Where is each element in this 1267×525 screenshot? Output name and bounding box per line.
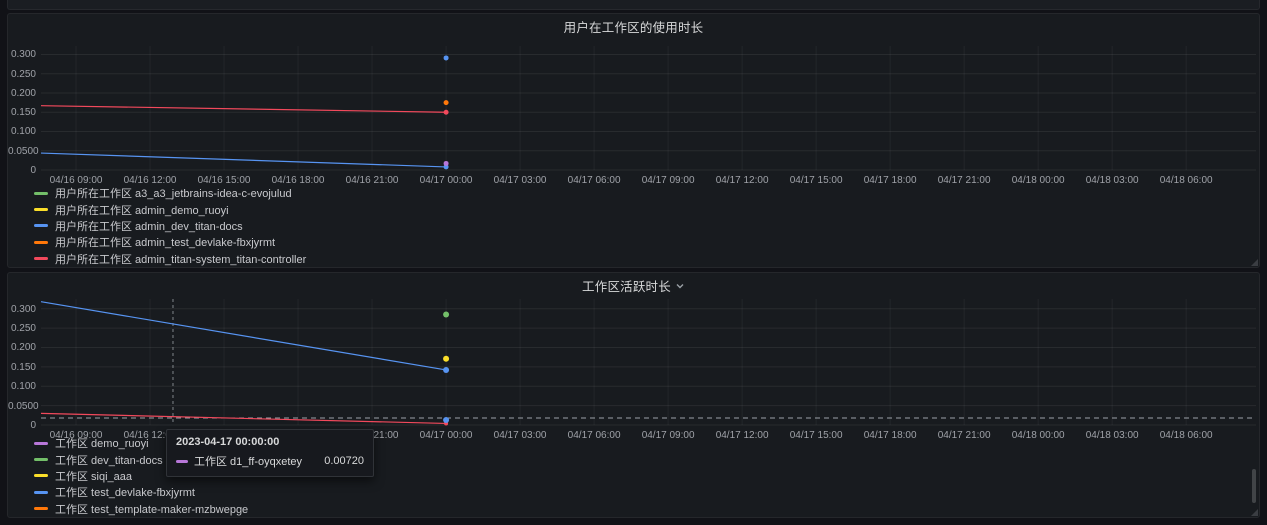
x-axis-tick-label: 04/16 18:00 [266,175,330,186]
x-axis-tick-label: 04/17 00:00 [414,175,478,186]
x-axis-tick-label: 04/17 09:00 [636,175,700,186]
x-axis-tick-label: 04/16 09:00 [44,175,108,186]
panel-workspace-active-duration: 工作区活跃时长 工作区 demo_ruoyi工作区 dev_titan-docs… [7,272,1260,518]
x-axis-tick-label: 04/17 21:00 [932,175,996,186]
x-axis-tick-label: 04/16 15:00 [192,175,256,186]
legend-swatch [34,491,48,494]
y-axis-tick-label: 0.0500 [8,402,36,412]
legend-item[interactable]: 用户所在工作区 admin_test_devlake-fbxjyrmt [34,234,1249,250]
panel-resize-handle[interactable] [1251,509,1258,516]
legend-label: 用户所在工作区 admin_dev_titan-docs [55,218,243,234]
legend-scrollbar-thumb[interactable] [1252,469,1256,503]
legend-item[interactable]: 用户所在工作区 a3_a3_jetbrains-idea-c-evojulud [34,185,1249,201]
x-axis-tick-label: 04/17 00:00 [414,430,478,441]
y-axis-tick-label: 0.300 [8,305,36,315]
x-axis-tick-label: 04/17 18:00 [858,430,922,441]
x-axis-tick-label: 04/17 18:00 [858,175,922,186]
y-axis-tick-label: 0.150 [8,108,36,118]
legend-swatch [34,208,48,211]
x-axis-tick-label: 04/17 12:00 [710,175,774,186]
panel-header[interactable]: 工作区活跃时长 [8,273,1259,297]
y-axis-tick-label: 0.200 [8,89,36,99]
x-axis-tick-label: 04/18 03:00 [1080,430,1144,441]
legend-label: 用户所在工作区 admin_demo_ruoyi [55,202,229,218]
x-axis-tick-label: 04/16 09:00 [44,430,108,441]
legend-label: 用户所在工作区 [55,267,132,268]
legend-swatch [34,507,48,510]
chevron-down-icon[interactable] [675,281,685,291]
x-axis-tick-label: 04/17 09:00 [636,430,700,441]
grafana-dashboard: 用户在工作区的使用时长 用户所在工作区 a3_a3_jetbrains-idea… [0,0,1267,525]
chart-tooltip: 2023-04-17 00:00:00 工作区 d1_ff-oyqxetey 0… [166,429,374,477]
y-axis-tick-label: 0.200 [8,343,36,353]
chart-canvas[interactable] [41,299,1256,425]
y-axis-tick-label: 0.250 [8,324,36,334]
legend-swatch [34,192,48,195]
x-axis-tick-label: 04/18 00:00 [1006,430,1070,441]
x-axis-tick-label: 04/18 06:00 [1154,175,1218,186]
legend-label: 用户所在工作区 admin_test_devlake-fbxjyrmt [55,234,275,250]
tooltip-series-label: 工作区 d1_ff-oyqxetey [194,453,302,469]
legend-item[interactable]: 用户所在工作区 [34,267,1249,268]
x-axis-tick-label: 04/18 00:00 [1006,175,1070,186]
x-axis-tick-label: 04/17 15:00 [784,430,848,441]
legend-item[interactable]: 工作区 test_template-maker-mzbwepge [34,501,1249,517]
tooltip-series-swatch [176,460,188,463]
legend-item[interactable]: 用户所在工作区 admin_demo_ruoyi [34,201,1249,217]
legend-swatch [34,474,48,477]
legend-item[interactable]: 工作区 test_devlake-fbxjyrmt [34,484,1249,500]
legend-item[interactable]: 用户所在工作区 admin_dev_titan-docs [34,218,1249,234]
y-axis-tick-label: 0.250 [8,70,36,80]
x-axis-tick-label: 04/17 12:00 [710,430,774,441]
legend-swatch [34,224,48,227]
legend-swatch [34,257,48,260]
legend-label: 工作区 test_devlake-fbxjyrmt [55,484,195,500]
legend-label: 工作区 dev_titan-docs [55,452,163,468]
legend-label: 工作区 siqi_aaa [55,468,132,484]
tooltip-series-value: 0.00720 [324,455,364,467]
collapsed-panel-strip[interactable] [7,0,1260,10]
panel-header[interactable]: 用户在工作区的使用时长 [8,14,1259,38]
panel-title[interactable]: 用户在工作区的使用时长 [564,17,704,36]
y-axis-tick-label: 0.100 [8,127,36,137]
tooltip-series-row: 工作区 d1_ff-oyqxetey 0.00720 [176,453,364,469]
panel-title[interactable]: 工作区活跃时长 [582,276,671,295]
legend-label: 工作区 test_template-maker-mzbwepge [55,501,248,517]
y-axis-tick-label: 0 [8,166,36,176]
legend-label: 用户所在工作区 a3_a3_jetbrains-idea-c-evojulud [55,185,292,201]
x-axis-tick-label: 04/16 21:00 [340,175,404,186]
y-axis-tick-label: 0.0500 [8,147,36,157]
legend-item[interactable]: 用户所在工作区 admin_titan-system_titan-control… [34,251,1249,267]
y-axis-tick-label: 0 [8,421,36,431]
x-axis-tick-label: 04/16 12:00 [118,175,182,186]
y-axis-tick-label: 0.300 [8,50,36,60]
x-axis-tick-label: 04/17 21:00 [932,430,996,441]
legend-swatch [34,442,48,445]
legend: 用户所在工作区 a3_a3_jetbrains-idea-c-evojulud用… [34,185,1249,268]
x-axis-tick-label: 04/18 06:00 [1154,430,1218,441]
panel-resize-handle[interactable] [1251,259,1258,266]
tooltip-timestamp: 2023-04-17 00:00:00 [176,436,364,448]
x-axis-tick-label: 04/17 06:00 [562,430,626,441]
panel-user-workspace-usage: 用户在工作区的使用时长 用户所在工作区 a3_a3_jetbrains-idea… [7,13,1260,268]
x-axis-tick-label: 04/17 03:00 [488,175,552,186]
x-axis-tick-label: 04/17 15:00 [784,175,848,186]
y-axis-tick-label: 0.150 [8,363,36,373]
x-axis-tick-label: 04/18 03:00 [1080,175,1144,186]
legend-label: 用户所在工作区 admin_titan-system_titan-control… [55,251,306,267]
x-axis-tick-label: 04/17 06:00 [562,175,626,186]
legend-swatch [34,241,48,244]
x-axis-tick-label: 04/17 03:00 [488,430,552,441]
chart-canvas[interactable] [41,46,1256,170]
y-axis-tick-label: 0.100 [8,382,36,392]
legend-swatch [34,458,48,461]
